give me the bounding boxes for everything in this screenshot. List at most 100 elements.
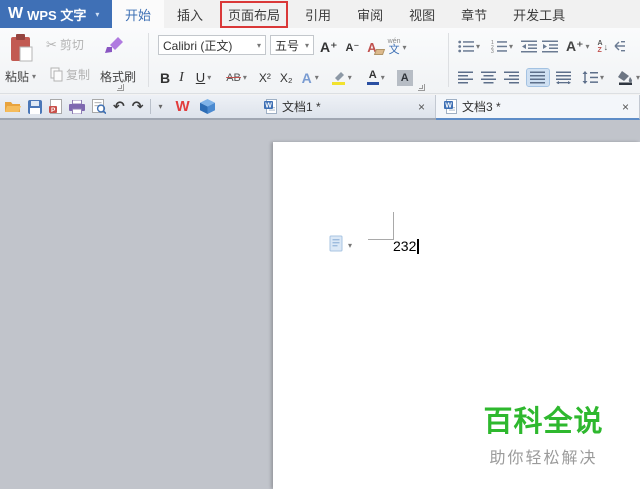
align-right-icon [504,71,519,84]
watermark-subtitle: 助你轻松解决 [489,450,598,467]
paste-options-icon [329,235,343,252]
scissors-icon: ✂ [46,36,57,52]
char-shading-button[interactable]: A [396,69,413,86]
svg-text:P: P [51,107,56,114]
app-title: WPS 文字 [27,7,87,23]
format-painter-icon-button[interactable] [104,34,126,54]
decrease-indent-icon [521,40,538,53]
print-button[interactable] [69,99,85,114]
justify-button[interactable] [526,68,550,87]
cut-label: 剪切 [59,38,84,52]
increase-indent-button[interactable] [542,40,559,53]
new-from-template-button[interactable] [199,99,215,114]
document-tab-3-active[interactable]: W 文档3 * × [436,95,640,120]
tab-references[interactable]: 引用 [292,0,344,28]
highlight-button[interactable]: ▾ [328,68,355,87]
shading-button[interactable]: ▾ [614,68,640,87]
chevron-down-icon: ▾ [304,40,309,50]
chevron-down-icon: ▾ [636,73,640,82]
undo-button[interactable]: ↶ [113,98,125,115]
strikethrough-button[interactable]: AB ▾ [223,70,250,86]
copy-label: 复制 [66,68,91,82]
clipboard-dialog-launcher-icon[interactable] [117,84,124,91]
export-pdf-button[interactable]: P [49,99,62,114]
grow-font-button[interactable]: A⁺ [320,39,338,56]
close-icon[interactable]: × [416,100,427,114]
document-workspace: ▾ 232 百科全说 助你轻松解决 [0,120,640,489]
align-right-button[interactable] [504,71,520,84]
tab-page-layout[interactable]: 页面布局 [216,0,292,28]
chevron-down-icon: ▾ [314,73,319,82]
chevron-down-icon: ▾ [207,73,212,82]
close-icon[interactable]: × [620,100,631,114]
chevron-down-icon: ▾ [95,9,100,19]
chevron-down-icon: ▾ [585,42,590,51]
print-preview-button[interactable] [92,99,106,114]
distribute-button[interactable] [556,71,572,84]
printer-icon [69,99,85,114]
line-spacing-button[interactable]: ▾ [579,69,607,86]
align-center-button[interactable] [481,71,497,84]
font-family-combo[interactable]: Calibri (正文) ▾ [158,35,266,55]
format-painter-label: 格式刷 [100,70,137,84]
document-tab-1[interactable]: W 文档1 * × [256,95,436,118]
copy-icon [50,67,63,82]
document-page[interactable]: ▾ 232 百科全说 助你轻松解决 [273,142,640,489]
chevron-down-icon: ▾ [347,73,352,82]
tab-insert[interactable]: 插入 [164,0,216,28]
document-tab-label: 文档3 * [462,100,501,114]
document-text[interactable]: 232 [393,238,420,254]
ribbon-tab-strip: 开始 插入 页面布局 引用 审阅 视图 章节 开发工具 [112,0,640,28]
italic-button[interactable]: I [179,70,184,86]
text-effects-button[interactable]: A [302,70,312,86]
chevron-down-icon: ▾ [476,42,481,51]
font-color-button[interactable]: A ▾ [364,68,388,87]
down-arrow-icon: ↓ [603,41,609,52]
chevron-down-icon: ▾ [509,42,514,51]
tab-review[interactable]: 审阅 [344,0,396,28]
paste-options-button[interactable]: ▾ [329,235,352,253]
decrease-indent-button[interactable] [521,40,538,53]
bold-button[interactable]: B [160,70,170,86]
shrink-font-button[interactable]: A⁻ [346,41,360,54]
clear-format-button[interactable]: A [367,40,385,55]
chevron-down-icon: ▾ [256,40,261,50]
quick-access-toolbar: P ↶ ↷ ▾ W [5,95,215,118]
wps-home-button[interactable]: W [175,98,189,115]
app-menu-button[interactable]: W WPS 文字 ▾ [0,0,112,28]
subscript-button[interactable]: X₂ [280,71,293,85]
superscript-button[interactable]: X² [259,71,271,85]
underline-button[interactable]: U ▾ [193,68,214,87]
tab-home[interactable]: 开始 [112,0,165,28]
numbered-list-icon: 1 2 3 [491,40,508,53]
justify-icon [530,71,545,84]
phonetic-guide-button[interactable]: wén 文 ▾ [385,36,410,58]
highlighter-icon [331,72,345,85]
customize-toolbar-button[interactable]: ▾ [158,102,162,111]
open-button[interactable] [5,100,21,113]
align-left-button[interactable] [458,71,474,84]
redo-button[interactable]: ↷ [132,98,144,115]
font-family-value: Calibri (正文) [163,38,233,53]
cut-button[interactable]: ✂ 剪切 [46,36,84,53]
adjust-font-scale-button[interactable]: A⁺ ▾ [563,36,593,57]
format-painter-button[interactable]: 格式刷 [100,68,136,85]
toolbar-separator [150,99,152,114]
phonetic-guide-icon: wén 文 [387,38,401,56]
tab-section[interactable]: 章节 [448,0,500,28]
sort-button[interactable]: A Z ↓ [598,40,609,54]
document-tab-bar: P ↶ ↷ ▾ W W 文档1 * × W 文档3 * × [0,95,640,120]
numbered-list-button[interactable]: 1 2 3 ▾ [488,38,516,55]
font-dialog-launcher-icon[interactable] [418,84,425,91]
document-icon: W [444,99,457,114]
tab-view[interactable]: 视图 [396,0,448,28]
paste-button[interactable]: 粘贴 ▾ [5,68,36,85]
open-folder-icon [5,102,21,112]
tab-dev-tools[interactable]: 开发工具 [500,0,578,28]
bullet-list-button[interactable]: ▾ [455,38,483,55]
font-size-combo[interactable]: 五号 ▾ [270,35,314,55]
paste-icon[interactable] [8,33,34,63]
save-button[interactable] [28,99,42,114]
copy-button[interactable]: 复制 [50,66,90,83]
paragraph-marks-button[interactable] [613,40,626,53]
